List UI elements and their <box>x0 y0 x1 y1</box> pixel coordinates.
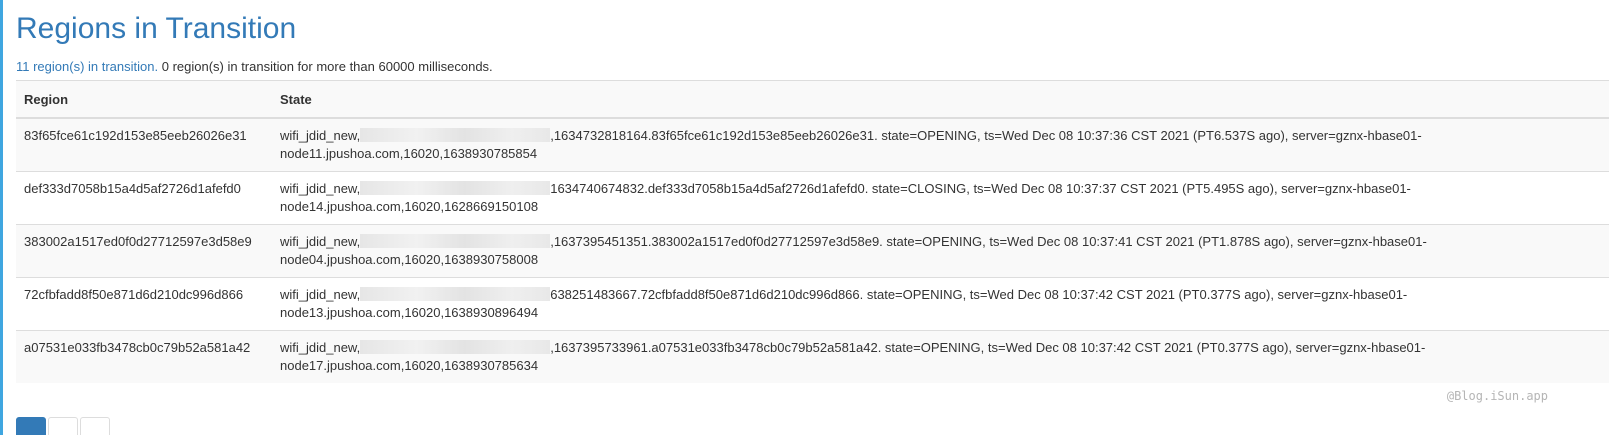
state-prefix: wifi_jdid_new, <box>280 340 361 355</box>
table-row: a07531e033fb3478cb0c79b52a581a42 wifi_jd… <box>16 330 1609 383</box>
pagination-page-current[interactable] <box>16 417 46 435</box>
rit-summary-text: 0 region(s) in transition for more than … <box>158 59 493 74</box>
region-cell: 72cfbfadd8f50e871d6d210dc996d866 <box>16 277 272 331</box>
page-title: Regions in Transition <box>16 12 297 45</box>
redacted-block <box>360 234 551 248</box>
table-row: 72cfbfadd8f50e871d6d210dc996d866 wifi_jd… <box>16 277 1609 331</box>
redacted-block <box>360 128 551 142</box>
region-cell: def333d7058b15a4d5af2726d1afefd0 <box>16 171 272 225</box>
table-row: 383002a1517ed0f0d27712597e3d58e9 wifi_jd… <box>16 224 1609 278</box>
state-cell: wifi_jdid_new, ,1634732818164.83f65fce61c… <box>272 117 1609 172</box>
rit-summary: 11 region(s) in transition. 0 region(s) … <box>16 58 1593 80</box>
state-cell: wifi_jdid_new, 1634740674832.def333d7058b… <box>272 171 1609 225</box>
state-cell: wifi_jdid_new, ,1637395733961.a07531e033f… <box>272 330 1609 383</box>
column-header-region[interactable]: Region <box>16 80 272 119</box>
rit-table: Region State 83f65fce61c192d153e85eeb260… <box>16 80 1609 383</box>
table-row: 83f65fce61c192d153e85eeb26026e31 wifi_jd… <box>16 117 1609 172</box>
redacted-block <box>360 287 551 301</box>
rit-count-link[interactable]: 11 region(s) in transition. <box>16 59 158 74</box>
pagination <box>16 417 110 435</box>
region-cell: 83f65fce61c192d153e85eeb26026e31 <box>16 117 272 172</box>
table-header-row: Region State <box>16 80 1609 119</box>
state-prefix: wifi_jdid_new, <box>280 128 361 143</box>
redacted-block <box>360 340 551 354</box>
region-cell: 383002a1517ed0f0d27712597e3d58e9 <box>16 224 272 278</box>
rit-page: Regions in Transition 11 region(s) in tr… <box>0 0 1609 435</box>
state-cell: wifi_jdid_new, 638251483667.72cfbfadd8f50… <box>272 277 1609 331</box>
column-header-state[interactable]: State <box>272 80 1609 119</box>
state-cell: wifi_jdid_new, ,1637395451351.383002a1517… <box>272 224 1609 278</box>
redacted-block <box>360 181 551 195</box>
state-prefix: wifi_jdid_new, <box>280 181 361 196</box>
state-prefix: wifi_jdid_new, <box>280 287 361 302</box>
pagination-page[interactable] <box>48 417 78 435</box>
pagination-page[interactable] <box>80 417 110 435</box>
table-row: def333d7058b15a4d5af2726d1afefd0 wifi_jd… <box>16 171 1609 225</box>
watermark-text: @Blog.iSun.app <box>1446 389 1548 403</box>
state-prefix: wifi_jdid_new, <box>280 234 361 249</box>
region-cell: a07531e033fb3478cb0c79b52a581a42 <box>16 330 272 383</box>
left-accent-bar <box>0 0 3 435</box>
